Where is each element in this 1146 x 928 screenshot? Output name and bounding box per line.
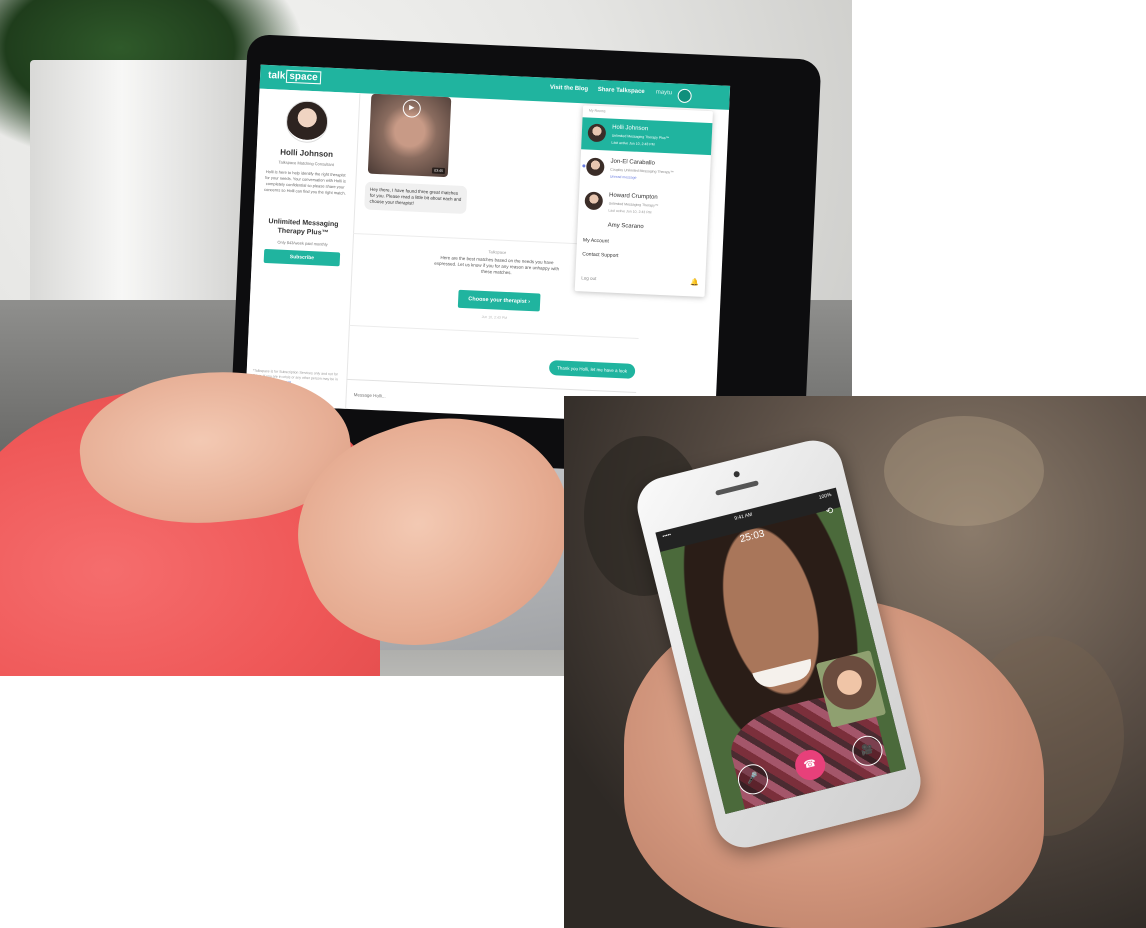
incoming-message: Hey there, I have found three great matc… (364, 181, 468, 215)
intro-video[interactable]: ▶ 03:45 (367, 93, 452, 178)
status-time: 9:41 AM (733, 511, 753, 522)
room-item[interactable]: Howard Crumpton Unlimited Messaging Ther… (578, 185, 709, 223)
room-meta: Last active Jun 10, 2:43 PM (611, 140, 655, 147)
battery-level: 100% (818, 491, 833, 501)
room-name: Jon-El Caraballo (610, 158, 656, 167)
play-icon[interactable]: ▶ (402, 99, 422, 118)
consultant-sidebar: Holli Johnson Talkspace Matching Consult… (245, 88, 361, 409)
video-duration: 03:45 (432, 167, 446, 175)
plan-price: Only $43/week paid monthly (277, 239, 328, 247)
room-plan: Couples Unlimited Messaging Therapy™ (610, 167, 674, 175)
share-talkspace-link[interactable]: Share Talkspace (598, 87, 645, 95)
background-blur (884, 416, 1044, 526)
username[interactable]: maytu (656, 90, 673, 97)
message-timestamp: Jun 10, 2:43 PM (481, 314, 508, 321)
bell-icon[interactable]: 🔔 (690, 278, 699, 286)
consultant-name: Holli Johnson (280, 147, 334, 159)
consultant-avatar (285, 99, 330, 144)
pot-background (30, 60, 260, 320)
signal-icon: ••••• (661, 531, 672, 540)
room-meta: Unread message (609, 174, 637, 180)
user-avatar[interactable] (677, 88, 692, 104)
message-input[interactable] (353, 388, 554, 410)
room-plan: Unlimited Messaging Therapy™ (608, 201, 659, 208)
unread-dot-icon (582, 164, 586, 168)
phone-photo: ••••• 9:41 AM 100% 25:03 ⟲ 🎤 ☎ 🎥 (564, 396, 1146, 928)
bot-message: Here are the best matches based on the n… (434, 254, 560, 276)
smile (752, 658, 815, 691)
message-divider (348, 324, 639, 340)
talkspace-web-app: talk space Visit the Blog Share Talkspace… (245, 64, 731, 426)
room-avatar (587, 123, 607, 143)
room-name: Amy Scarano (607, 222, 644, 231)
chevron-right-icon: › (528, 298, 531, 306)
visit-blog-link[interactable]: Visit the Blog (550, 85, 588, 93)
front-camera (733, 470, 741, 478)
consultant-role: Talkspace Matching Consultant (278, 159, 334, 168)
room-avatar (585, 157, 605, 177)
room-name: Holli Johnson (611, 124, 649, 133)
consultant-description: Holli is here to help identify the right… (263, 168, 346, 196)
room-item[interactable]: Holli Johnson Unlimited Messaging Therap… (581, 117, 713, 156)
room-item[interactable]: Jon-El Caraballo Couples Unlimited Messa… (580, 151, 711, 189)
plan-title: Unlimited Messaging Therapy Plus™ (268, 218, 339, 237)
choose-therapist-button[interactable]: Choose your therapist › (457, 289, 541, 312)
rooms-header: My Rooms (588, 108, 606, 114)
talkspace-logo[interactable]: talk space (268, 69, 321, 85)
room-plan: Unlimited Messaging Therapy Plus™ (611, 133, 670, 141)
logout-link[interactable]: Log out (581, 275, 596, 281)
room-avatar (584, 191, 604, 211)
camera-flip-icon[interactable]: ⟲ (825, 505, 835, 517)
outgoing-message: Thank you Holli, let me have a look (548, 360, 636, 379)
contact-support-link[interactable]: Contact Support (582, 251, 618, 259)
rooms-dropdown: My Rooms Holli Johnson Unlimited Messagi… (574, 105, 713, 297)
subscribe-button[interactable]: Subscribe (263, 248, 341, 267)
my-account-link[interactable]: My Account (583, 237, 609, 244)
phone-speaker (715, 480, 759, 496)
room-name: Howard Crumpton (608, 192, 658, 201)
room-meta: Last active Jun 10, 2:43 PM (608, 208, 652, 215)
